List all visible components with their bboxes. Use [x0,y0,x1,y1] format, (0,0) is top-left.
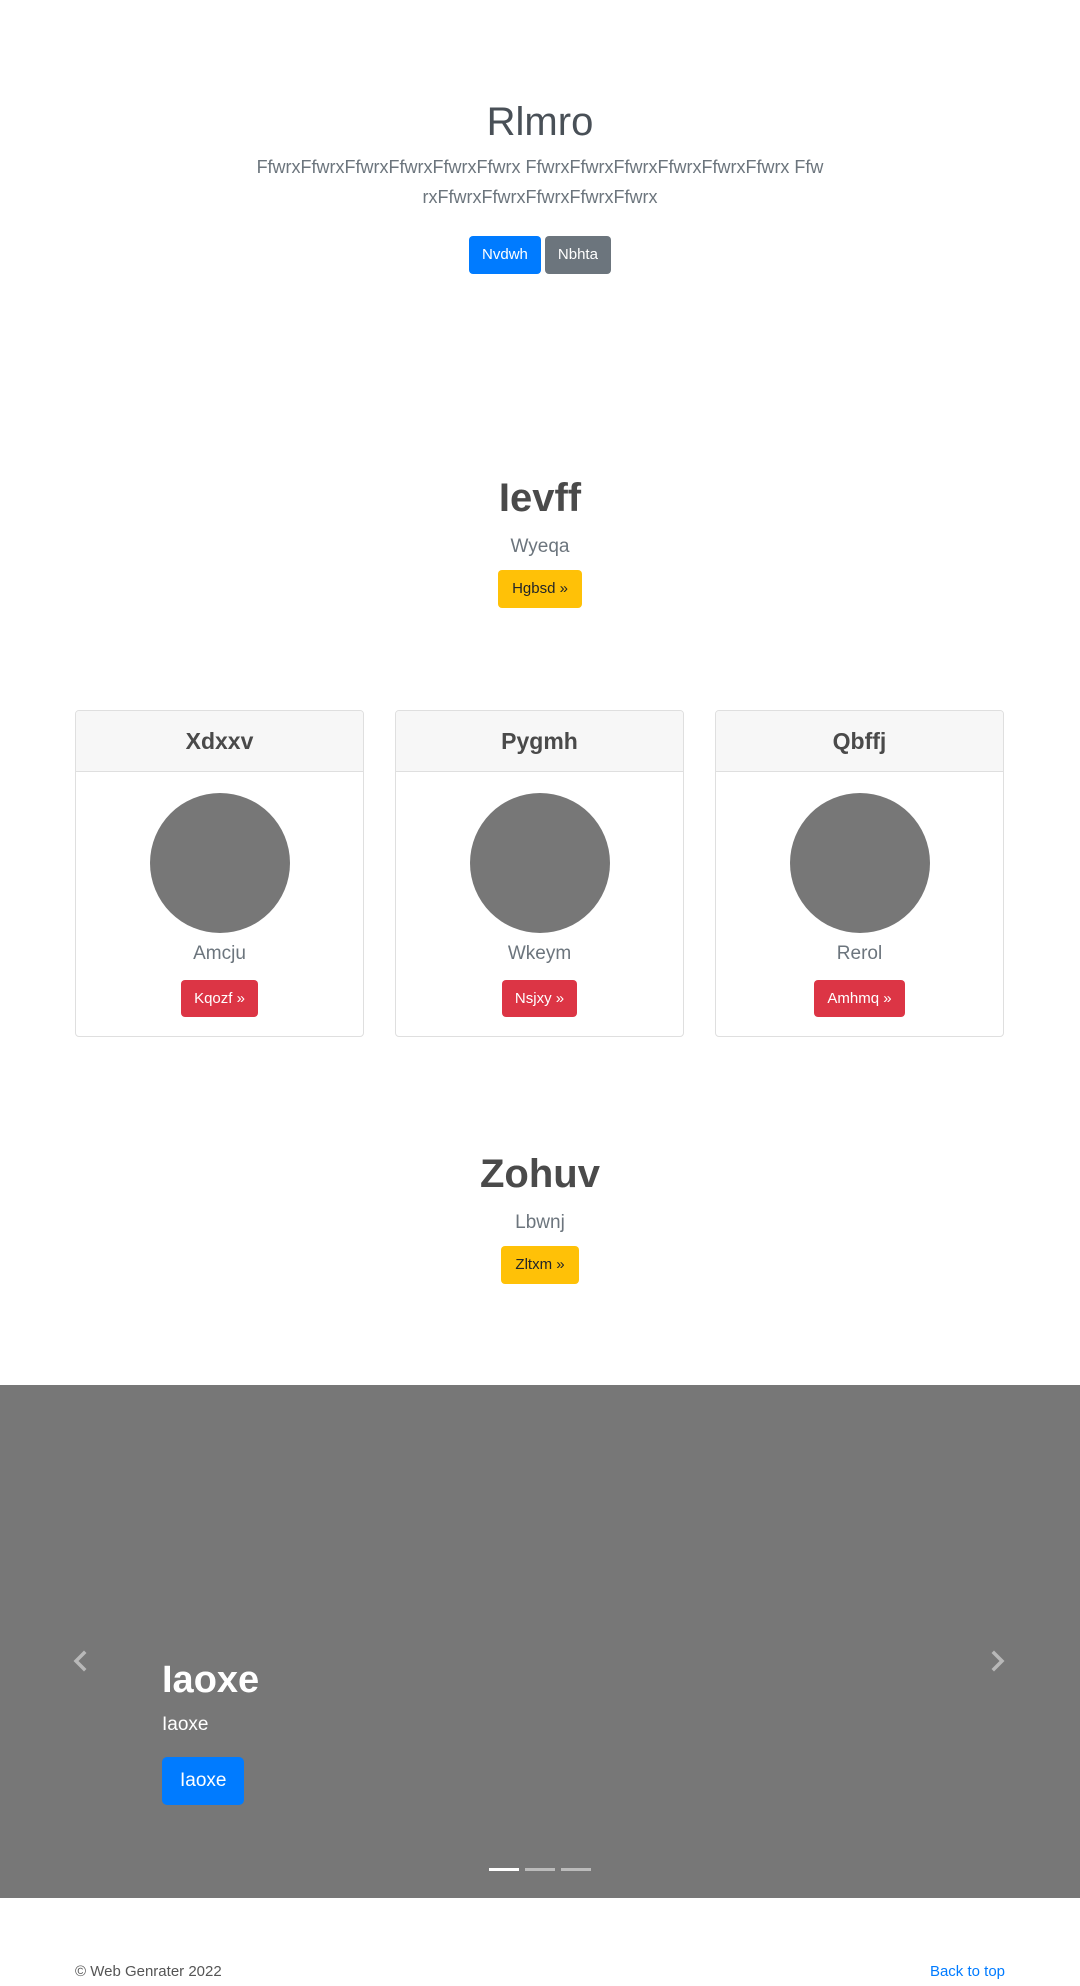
carousel-indicator-2[interactable] [525,1868,555,1871]
page: Rlmro FfwrxFfwrxFfwrxFfwrxFfwrxFfwrx Ffw… [0,0,1080,1986]
back-to-top-link[interactable]: Back to top [930,1963,1005,1980]
carousel-caption: Iaoxe Iaoxe Iaoxe [162,1657,259,1805]
carousel-indicators [0,1868,1080,1871]
hero-title: Rlmro [486,100,594,144]
carousel-indicator-3[interactable] [561,1868,591,1871]
avatar-placeholder [469,793,610,933]
card-header: Pygmh [396,711,683,772]
carousel-button[interactable]: Iaoxe [162,1757,245,1805]
hero-secondary-button[interactable]: Nbhta [544,236,611,274]
carousel-indicator-1[interactable] [489,1868,519,1871]
feature-section-2: Zohuv Lbwnj Zltxm » [0,1150,1080,1284]
card-1-button[interactable]: Kqozf » [181,980,258,1017]
card-row: Xdxxv Amcju Kqozf » Pygmh Wkeym Nsjxy » … [75,710,1005,1037]
card-name: Rerol [836,943,883,964]
card-header: Xdxxv [76,711,363,772]
chevron-right-icon [991,1650,1005,1672]
carousel-subtitle: Iaoxe [162,1714,209,1735]
footer-copyright: © Web Genrater 2022 [75,1962,222,1980]
carousel-next-control[interactable] [978,1641,1018,1681]
card-body: Rerol Amhmq » [716,772,1003,1017]
avatar-placeholder [149,793,290,933]
section-2-subtitle: Lbwnj [515,1212,565,1233]
hero-lead-text: FfwrxFfwrxFfwrxFfwrxFfwrxFfwrx FfwrxFfwr… [256,157,824,207]
section-1-title: Ievff [498,476,582,520]
hero-button-group: Nvdwh Nbhta [0,236,1080,274]
card-body: Wkeym Nsjxy » [396,772,683,1017]
card-body: Amcju Kqozf » [76,772,363,1017]
carousel-title: Iaoxe [162,1659,260,1701]
chevron-left-icon [73,1650,87,1672]
section-1-button[interactable]: Hgbsd » [498,570,582,608]
card-2-button[interactable]: Nsjxy » [501,980,578,1017]
card-name: Wkeym [507,943,572,964]
card-1: Xdxxv Amcju Kqozf » [75,710,364,1037]
avatar-placeholder [789,793,930,933]
card-2: Pygmh Wkeym Nsjxy » [395,710,684,1037]
card-name: Amcju [193,943,246,964]
carousel-prev-control[interactable] [60,1641,100,1681]
footer: © Web Genrater 2022 Back to top [75,1960,1005,1982]
card-3-button[interactable]: Amhmq » [814,980,905,1017]
section-1-subtitle: Wyeqa [510,536,570,557]
hero-primary-button[interactable]: Nvdwh [469,236,541,274]
card-header: Qbffj [716,711,1003,772]
section-2-title: Zohuv [480,1152,600,1196]
carousel: Iaoxe Iaoxe Iaoxe [0,1385,1080,1898]
section-2-button[interactable]: Zltxm » [501,1246,579,1284]
card-3: Qbffj Rerol Amhmq » [715,710,1004,1037]
feature-section-1: Ievff Wyeqa Hgbsd » [0,474,1080,608]
